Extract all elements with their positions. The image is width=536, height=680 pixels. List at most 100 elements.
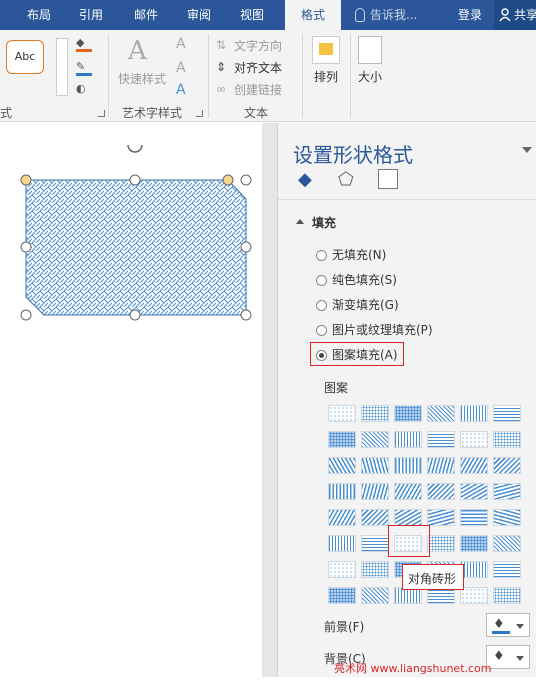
share-button[interactable]: 共享 — [494, 0, 536, 30]
pattern-swatch[interactable] — [361, 405, 389, 422]
pattern-swatch[interactable] — [328, 587, 356, 604]
size-button[interactable]: 大小 — [358, 68, 382, 85]
lightbulb-icon — [355, 8, 365, 22]
document-canvas[interactable] — [0, 123, 262, 677]
tab-layout[interactable]: 布局 — [17, 0, 61, 30]
link-icon: ∞ — [216, 82, 226, 96]
pattern-swatch[interactable] — [493, 431, 521, 448]
pattern-swatch[interactable] — [394, 431, 422, 448]
pattern-swatch[interactable] — [460, 587, 488, 604]
text-group-label: 文本 — [244, 106, 269, 120]
align-text-button[interactable]: 对齐文本 — [234, 59, 282, 76]
pattern-swatch[interactable] — [460, 561, 488, 578]
tab-references[interactable]: 引用 — [68, 0, 114, 30]
shape-style-abc-button[interactable]: Abc — [6, 40, 44, 74]
tab-mailings[interactable]: 邮件 — [122, 0, 170, 30]
selected-pattern-highlight — [388, 525, 430, 557]
pattern-swatch[interactable] — [328, 405, 356, 422]
pattern-swatch[interactable] — [493, 405, 521, 422]
pattern-swatch[interactable] — [394, 483, 422, 500]
paint-bucket-icon: ♦ — [493, 617, 505, 632]
pattern-swatch[interactable] — [460, 535, 488, 552]
pattern-swatch[interactable] — [427, 457, 455, 474]
abc-label: Abc — [14, 50, 36, 63]
create-link-button[interactable]: 创建链接 — [234, 81, 282, 98]
dialog-launcher-icon[interactable] — [98, 110, 105, 117]
tell-me-search[interactable]: 告诉我... — [370, 0, 424, 30]
quick-styles-button[interactable]: 快速样式 — [118, 70, 166, 87]
shape-styles-group-label: 式 — [0, 106, 13, 120]
share-label: 共享 — [514, 8, 536, 22]
vertical-scrollbar[interactable] — [262, 123, 277, 677]
pattern-swatch[interactable] — [493, 457, 521, 474]
quick-styles-icon[interactable]: A — [128, 36, 158, 66]
pattern-swatch[interactable] — [361, 561, 389, 578]
pattern-swatch[interactable] — [427, 431, 455, 448]
watermark: 亮术网 www.liangshunet.com — [334, 662, 492, 675]
align-text-icon: ⇕ — [216, 60, 227, 74]
arrange-icon — [312, 36, 340, 64]
pattern-swatch[interactable] — [460, 483, 488, 500]
pattern-swatch[interactable] — [361, 431, 389, 448]
pattern-swatch[interactable] — [394, 509, 422, 526]
tab-format[interactable]: 格式 — [285, 0, 341, 30]
text-effects-icon[interactable]: A — [176, 82, 186, 98]
pattern-swatch[interactable] — [427, 509, 455, 526]
foreground-label: 前景(F) — [324, 620, 365, 634]
tab-review[interactable]: 审阅 — [176, 0, 222, 30]
pattern-swatch[interactable] — [394, 405, 422, 422]
arrange-button[interactable]: 排列 — [314, 68, 338, 85]
style-gallery-scroll[interactable] — [56, 38, 68, 96]
shape-outline-icon[interactable]: ✎ — [76, 60, 92, 76]
format-shape-pane: 设置形状格式 ◆ ⬠ 填充 无填充(N) 纯色填充(S) 渐变填充(G) 图片或… — [277, 123, 536, 677]
size-icon — [358, 36, 382, 64]
pattern-swatch[interactable] — [427, 405, 455, 422]
pattern-swatch[interactable] — [427, 483, 455, 500]
pattern-swatch[interactable] — [493, 561, 521, 578]
text-direction-button[interactable]: 文字方向 — [234, 37, 282, 54]
pattern-gallery — [278, 123, 536, 677]
text-direction-icon: ⇅ — [216, 38, 227, 52]
pattern-swatch[interactable] — [361, 535, 389, 552]
share-user-icon — [499, 8, 511, 22]
pattern-swatch[interactable] — [460, 457, 488, 474]
pattern-swatch[interactable] — [493, 483, 521, 500]
pattern-swatch[interactable] — [361, 587, 389, 604]
ribbon: Abc ◆ ✎ ◐ 式 A 快速样式 A A A 艺术字样式 ⇅ 文字方向 ⇕ … — [0, 30, 536, 122]
pattern-swatch[interactable] — [328, 431, 356, 448]
pattern-swatch[interactable] — [328, 535, 356, 552]
pattern-swatch[interactable] — [460, 431, 488, 448]
foreground-color-dropdown[interactable]: ♦ — [486, 613, 530, 637]
shape-effects-icon[interactable]: ◐ — [76, 82, 92, 96]
shape-diagonal-brick[interactable] — [0, 123, 262, 677]
pattern-swatch[interactable] — [460, 405, 488, 422]
pattern-swatch[interactable] — [328, 483, 356, 500]
tab-view[interactable]: 视图 — [228, 0, 276, 30]
background-color-dropdown[interactable]: ♦ — [486, 645, 530, 669]
pattern-tooltip: 对角砖形 — [402, 564, 464, 590]
tooltip-text: 对角砖形 — [408, 572, 457, 586]
pattern-swatch[interactable] — [493, 535, 521, 552]
paint-bucket-icon: ♦ — [493, 649, 505, 664]
pattern-swatch[interactable] — [328, 561, 356, 578]
sign-in-link[interactable]: 登录 — [452, 0, 488, 30]
art-styles-group-label: 艺术字样式 — [122, 106, 183, 120]
pattern-swatch[interactable] — [427, 535, 455, 552]
pattern-swatch[interactable] — [361, 483, 389, 500]
pattern-swatch[interactable] — [328, 509, 356, 526]
text-outline-icon[interactable]: A — [176, 60, 186, 76]
shape-fill-icon[interactable]: ◆ — [76, 36, 92, 52]
ribbon-tab-bar: 布局 引用 邮件 审阅 视图 格式 告诉我... 登录 共享 — [0, 0, 536, 30]
pattern-swatch[interactable] — [493, 509, 521, 526]
dialog-launcher-icon[interactable] — [196, 110, 203, 117]
pattern-swatch[interactable] — [493, 587, 521, 604]
pattern-swatch[interactable] — [361, 457, 389, 474]
pattern-swatch[interactable] — [361, 509, 389, 526]
text-fill-icon[interactable]: A — [176, 36, 186, 52]
pattern-swatch[interactable] — [328, 457, 356, 474]
dropdown-arrow-icon — [516, 624, 524, 629]
rotate-handle-icon — [127, 144, 143, 153]
dropdown-arrow-icon — [516, 656, 524, 661]
pattern-swatch[interactable] — [460, 509, 488, 526]
pattern-swatch[interactable] — [394, 457, 422, 474]
